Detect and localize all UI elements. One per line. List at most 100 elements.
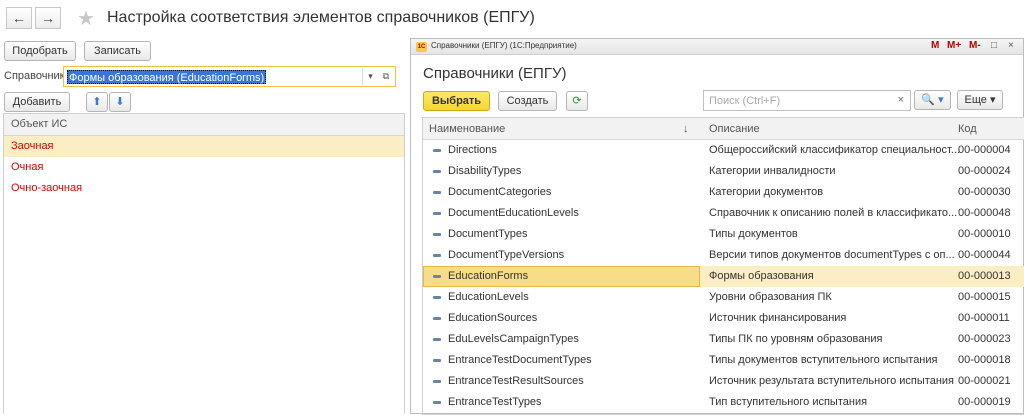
table-row[interactable]: EduLevelsCampaignTypes Типы ПК по уровням…: [423, 329, 1024, 350]
row-description: Типы документов: [709, 228, 798, 240]
item-icon: [433, 254, 441, 257]
row-description: Категории инвалидности: [709, 165, 836, 177]
table-row[interactable]: DocumentCategories Категории документов 00…: [423, 182, 1024, 203]
selection-window: 1С Справочники (ЕПГУ) (1С:Предприятие) M…: [410, 38, 1024, 415]
favorite-star-icon[interactable]: ★: [77, 6, 95, 31]
item-icon: [433, 296, 441, 299]
directory-table: Наименование ↓ Описание Код Directions Об…: [422, 117, 1024, 415]
row-code: 00-000011: [958, 312, 1010, 324]
row-description: Категории документов: [709, 186, 824, 198]
refresh-icon[interactable]: ⟳: [566, 91, 588, 111]
row-name: Directions: [448, 144, 497, 156]
directory-combo[interactable]: Формы образования (EducationForms) ▾ ⧉: [63, 66, 396, 87]
row-code: 00-000030: [958, 186, 1011, 198]
row-description: Источник результата вступительного испыт…: [709, 375, 955, 387]
row-code: 00-000018: [958, 354, 1011, 366]
window-title: Справочники (ЕПГУ) (1С:Предприятие): [431, 41, 577, 50]
row-description: Типы ПК по уровням образования: [709, 333, 883, 345]
row-code: 00-000023: [958, 333, 1011, 345]
choose-button[interactable]: Выбрать: [423, 91, 490, 111]
table-row[interactable]: Очно-заочная: [4, 178, 404, 199]
item-icon: [433, 359, 441, 362]
column-description[interactable]: Описание: [709, 123, 760, 135]
row-description: Формы образования: [709, 270, 814, 282]
table-row[interactable]: EntranceTestTypes Тип вступительного испы…: [423, 392, 1024, 413]
more-button[interactable]: Еще ▾: [957, 90, 1003, 110]
item-icon: [433, 191, 441, 194]
row-code: 00-000010: [958, 228, 1011, 240]
search-button[interactable]: 🔍 ▾: [914, 90, 951, 110]
row-name: EntranceTestDocumentTypes: [448, 354, 592, 366]
create-button[interactable]: Создать: [498, 91, 557, 111]
combo-value[interactable]: Формы образования (EducationForms): [67, 70, 267, 84]
row-description: Версии типов документов documentTypes с …: [709, 249, 955, 261]
table-row[interactable]: DisabilityTypes Категории инвалидности 00-…: [423, 161, 1024, 182]
row-name: DisabilityTypes: [448, 165, 522, 177]
window-heading: Справочники (ЕПГУ): [423, 65, 567, 82]
table-row[interactable]: DocumentTypes Типы документов 00-000010: [423, 224, 1024, 245]
open-icon[interactable]: ⧉: [378, 68, 394, 85]
row-name: EntranceTestTypes: [448, 396, 542, 408]
table-row[interactable]: DocumentTypeVersions Версии типов докумен…: [423, 245, 1024, 266]
search-input[interactable]: Поиск (Ctrl+F) ×: [703, 90, 911, 111]
row-name: EducationSources: [448, 312, 538, 324]
table-row[interactable]: Заочная: [4, 136, 404, 157]
row-code: 00-000015: [958, 291, 1011, 303]
item-icon: [433, 170, 441, 173]
column-name[interactable]: Наименование: [429, 123, 505, 135]
table-row[interactable]: Очная: [4, 157, 404, 178]
table-row[interactable]: EducationSources Источник финансирования 0…: [423, 308, 1024, 329]
item-icon: [433, 401, 441, 404]
row-name: EntranceTestResultSources: [448, 375, 584, 387]
row-code: 00-000004: [958, 144, 1011, 156]
item-icon: [433, 338, 441, 341]
row-name: DocumentTypeVersions: [448, 249, 565, 261]
table-row[interactable]: EntranceTestDocumentTypes Типы документов…: [423, 350, 1024, 371]
row-description: Источник финансирования: [709, 312, 847, 324]
row-name: EducationLevels: [448, 291, 529, 303]
save-button[interactable]: Записать: [84, 41, 151, 61]
objects-table: Объект ИС Заочная Очная Очно-заочная: [3, 113, 405, 413]
item-icon: [433, 317, 441, 320]
item-icon: [433, 233, 441, 236]
row-description: Справочник к описанию полей в классифика…: [709, 207, 958, 219]
memory-minus-button[interactable]: M-: [969, 40, 981, 51]
item-icon: [433, 380, 441, 383]
close-button[interactable]: ×: [1008, 40, 1014, 51]
row-name: EducationForms: [448, 270, 529, 282]
row-name: EduLevelsCampaignTypes: [448, 333, 579, 345]
memory-m-button[interactable]: M: [931, 40, 939, 51]
maximize-button[interactable]: □: [991, 40, 997, 51]
row-code: 00-000021: [958, 375, 1011, 387]
row-code: 00-000044: [958, 249, 1011, 261]
row-description: Уровни образования ПК: [709, 291, 832, 303]
clear-icon[interactable]: ×: [898, 94, 904, 106]
row-code: 00-000013: [958, 270, 1011, 282]
memory-plus-button[interactable]: M+: [947, 40, 961, 51]
chevron-down-icon[interactable]: ▾: [362, 68, 378, 85]
table-row[interactable]: DocumentEducationLevels Справочник к опис…: [423, 203, 1024, 224]
add-button[interactable]: Добавить: [4, 92, 70, 112]
forward-button[interactable]: →: [35, 7, 61, 29]
table-row[interactable]: EducationForms Формы образования 00-000013: [423, 266, 1024, 287]
row-description: Общероссийский классификатор специальнос…: [709, 144, 960, 156]
row-code: 00-000019: [958, 396, 1011, 408]
window-titlebar: 1С Справочники (ЕПГУ) (1С:Предприятие) M…: [411, 39, 1023, 55]
item-icon: [433, 149, 441, 152]
app-logo-icon: 1С: [416, 42, 427, 52]
table-row[interactable]: EducationLevels Уровни образования ПК 00-0…: [423, 287, 1024, 308]
row-code: 00-000048: [958, 207, 1011, 219]
item-icon: [433, 275, 441, 278]
table-row[interactable]: Directions Общероссийский классификатор с…: [423, 140, 1024, 161]
select-button[interactable]: Подобрать: [4, 41, 76, 61]
search-placeholder: Поиск (Ctrl+F): [709, 95, 781, 107]
row-description: Тип вступительного испытания: [709, 396, 868, 408]
table-row[interactable]: EntranceTestResultSources Источник резуль…: [423, 371, 1024, 392]
row-name: DocumentCategories: [448, 186, 552, 198]
column-code[interactable]: Код: [958, 123, 977, 135]
row-name: DocumentEducationLevels: [448, 207, 579, 219]
back-button[interactable]: ←: [6, 7, 32, 29]
move-down-icon[interactable]: ⬇: [109, 92, 131, 112]
page-title: Настройка соответствия элементов справоч…: [107, 9, 535, 26]
move-up-icon[interactable]: ⬆: [86, 92, 108, 112]
